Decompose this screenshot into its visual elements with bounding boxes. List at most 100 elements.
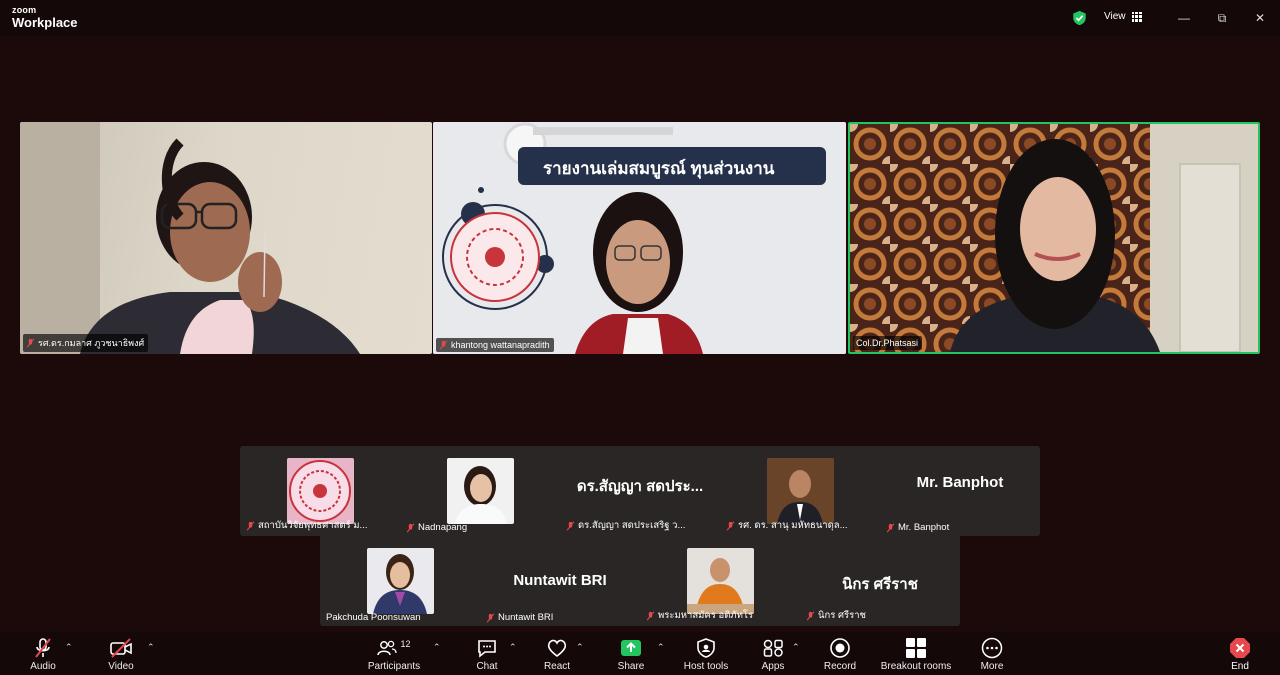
more-button[interactable]: More (975, 635, 1009, 672)
participant-nametag: khantong wattanapradith (436, 338, 554, 352)
participant-name: ดร.สัญญา สดประเสริฐ ว... (578, 520, 686, 531)
view-label: View (1104, 11, 1126, 22)
title-bar: zoom Workplace View — ⧉ ✕ (0, 0, 1280, 36)
participants-options-caret[interactable]: ⌃ (433, 642, 441, 653)
end-button[interactable]: End (1222, 635, 1258, 672)
participant-name: Col.Dr.Phatsasi (856, 338, 919, 348)
video-tile-1[interactable]: รศ.ดร.กมลาศ ภูวชนาธิพงศ์ (20, 122, 432, 354)
gallery-tile[interactable]: พระมหาสมัคร อติภัทโร (640, 536, 800, 626)
participant-nametag: Col.Dr.Phatsasi (853, 336, 923, 350)
mic-muted-icon (646, 610, 655, 621)
participant-name: Mr. Banphot (898, 522, 950, 533)
record-icon (830, 638, 850, 658)
heart-icon (547, 639, 567, 658)
participant-video (850, 124, 1258, 352)
gallery-tile[interactable]: นิกร ศรีราช นิกร ศรีราช (800, 536, 960, 626)
gallery-name-big: Mr. Banphot (916, 474, 1004, 491)
react-label: React (543, 661, 571, 672)
chat-options-caret[interactable]: ⌃ (509, 642, 517, 653)
restore-icon[interactable]: ⧉ (1212, 8, 1232, 28)
gallery-name: Pakchuda Poonsuwan (326, 612, 421, 623)
participant-name: Nadnapang (418, 522, 468, 533)
shield-check-icon[interactable] (1072, 10, 1087, 26)
audio-options-caret[interactable]: ⌃ (65, 642, 73, 653)
gallery-name: รศ. ดร. สานุ มหัทธนาดุล... (726, 518, 848, 533)
react-button[interactable]: React (540, 635, 574, 672)
participant-avatar (687, 548, 754, 614)
host-tools-button[interactable]: Host tools (680, 635, 732, 672)
participant-avatar (287, 458, 354, 524)
share-button[interactable]: Share (614, 635, 648, 672)
more-label: More (980, 661, 1004, 672)
meeting-stage: รศ.ดร.กมลาศ ภูวชนาธิพงศ์ รายงานเล่มสมบูร… (0, 36, 1280, 632)
video-tile-3[interactable]: Col.Dr.Phatsasi (848, 122, 1260, 354)
mic-muted-icon (246, 520, 255, 531)
chat-button[interactable]: Chat (470, 635, 504, 672)
gallery-name: พระมหาสมัคร อติภัทโร (646, 608, 753, 623)
apps-button[interactable]: Apps (756, 635, 790, 672)
gallery-tile[interactable]: Nuntawit BRI Nuntawit BRI (480, 536, 640, 626)
mic-muted-icon (26, 338, 35, 348)
gallery-tile[interactable]: รศ. ดร. สานุ มหัทธนาดุล... (720, 446, 880, 536)
grid-icon (1131, 11, 1142, 22)
mic-muted-icon (486, 612, 495, 623)
apps-icon (763, 639, 783, 657)
meeting-toolbar: Audio ⌃ Video ⌃ 12 Participants ⌃ Chat ⌃… (0, 632, 1280, 675)
participant-avatar (447, 458, 514, 524)
gallery-name-big: นิกร ศรีราช (842, 576, 918, 593)
audio-button[interactable]: Audio (26, 635, 60, 672)
audio-label: Audio (30, 661, 56, 672)
mic-muted-icon (806, 610, 815, 621)
participant-video (20, 122, 360, 354)
participant-name: รศ.ดร.กมลาศ ภูวชนาธิพงศ์ (38, 338, 145, 348)
participants-label: Participants (367, 661, 421, 672)
mic-muted-icon (886, 522, 895, 533)
mic-muted-icon (726, 520, 735, 531)
gallery-tile[interactable]: สถาบันวิจัยพุทธศาสตร์ ม... (240, 446, 400, 536)
participant-nametag: รศ.ดร.กมลาศ ภูวชนาธิพงศ์ (23, 334, 149, 352)
grid-4-icon (906, 638, 926, 658)
participant-name: พระมหาสมัคร อติภัทโร (658, 610, 754, 621)
breakout-label: Breakout rooms (880, 661, 952, 672)
close-icon[interactable]: ✕ (1250, 8, 1270, 28)
mic-muted-icon (439, 340, 448, 350)
gallery-name: Nuntawit BRI (486, 612, 553, 623)
video-options-caret[interactable]: ⌃ (147, 642, 155, 653)
mic-muted-icon (566, 520, 575, 531)
gallery-name: Mr. Banphot (886, 522, 949, 533)
gallery-tile[interactable]: Pakchuda Poonsuwan (320, 536, 480, 626)
gallery-tile[interactable]: ดร.สัญญา สดประ... ดร.สัญญา สดประเสริฐ ว.… (560, 446, 720, 536)
react-options-caret[interactable]: ⌃ (576, 642, 584, 653)
view-button[interactable]: View (1104, 11, 1142, 22)
video-button[interactable]: Video (104, 635, 138, 672)
participant-name: Pakchuda Poonsuwan (326, 612, 421, 623)
gallery-name: นิกร ศรีราช (806, 608, 866, 623)
participants-icon (377, 640, 398, 656)
participant-count: 12 (400, 639, 411, 649)
apps-options-caret[interactable]: ⌃ (792, 642, 800, 653)
minimize-icon[interactable]: — (1174, 8, 1194, 28)
breakout-rooms-button[interactable]: Breakout rooms (876, 635, 956, 672)
record-button[interactable]: Record (820, 635, 860, 672)
gallery-tile[interactable]: Mr. Banphot Mr. Banphot (880, 446, 1040, 536)
record-label: Record (823, 661, 857, 672)
end-label: End (1231, 661, 1249, 672)
more-icon (981, 637, 1003, 659)
apps-label: Apps (761, 661, 785, 672)
video-tile-2[interactable]: รายงานเล่มสมบูรณ์ ทุนส่วนงาน khantong wa… (433, 122, 846, 354)
participant-name: นิกร ศรีราช (818, 610, 867, 621)
share-up-icon (621, 640, 641, 656)
participant-avatar (367, 548, 434, 614)
share-label: Share (617, 661, 645, 672)
chat-icon (478, 640, 496, 658)
share-options-caret[interactable]: ⌃ (657, 642, 665, 653)
participant-name: รศ. ดร. สานุ มหัทธนาดุล... (738, 520, 848, 531)
participant-avatar (767, 458, 834, 524)
shield-icon (697, 638, 715, 658)
gallery-tile[interactable]: Nadnapang (400, 446, 560, 536)
video-off-icon (110, 638, 132, 658)
participants-button[interactable]: 12 Participants (364, 635, 424, 672)
host-tools-label: Host tools (683, 661, 729, 672)
video-label: Video (108, 661, 134, 672)
slide-title: รายงานเล่มสมบูรณ์ ทุนส่วนงาน (543, 159, 775, 178)
